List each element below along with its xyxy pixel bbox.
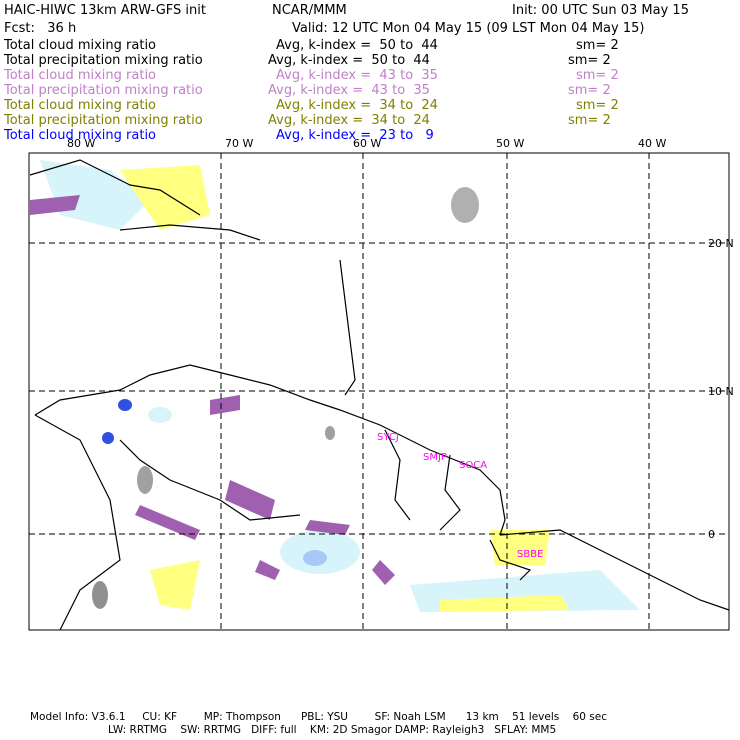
- station-sbbe: SBBE: [517, 549, 543, 560]
- graticule: [29, 153, 729, 630]
- lat-label-20n: 20 N: [708, 237, 734, 250]
- lat-label-0: 0: [708, 528, 715, 541]
- station-soca: SOCA: [459, 460, 487, 471]
- model-info-line2: LW: RRTMG SW: RRTMG DIFF: full KM: 2D Sm…: [108, 724, 557, 736]
- lon-label-70w: 70 W: [225, 137, 253, 150]
- lat-label-10n: 10 N: [708, 385, 734, 398]
- station-sycj: SYCJ: [377, 432, 399, 443]
- model-info-line1: Model Info: V3.6.1 CU: KF MP: Thompson P…: [30, 711, 607, 723]
- lon-label-50w: 50 W: [496, 137, 524, 150]
- lon-label-80w: 80 W: [67, 137, 95, 150]
- lon-label-40w: 40 W: [638, 137, 666, 150]
- coastlines: [29, 159, 730, 631]
- station-smjp: SMJP: [423, 452, 447, 463]
- lon-label-60w: 60 W: [353, 137, 381, 150]
- cloud-shading: [30, 160, 640, 612]
- map: SYCJ SMJP SOCA SBBE 80 W 70 W 60 W 50 W …: [28, 137, 734, 631]
